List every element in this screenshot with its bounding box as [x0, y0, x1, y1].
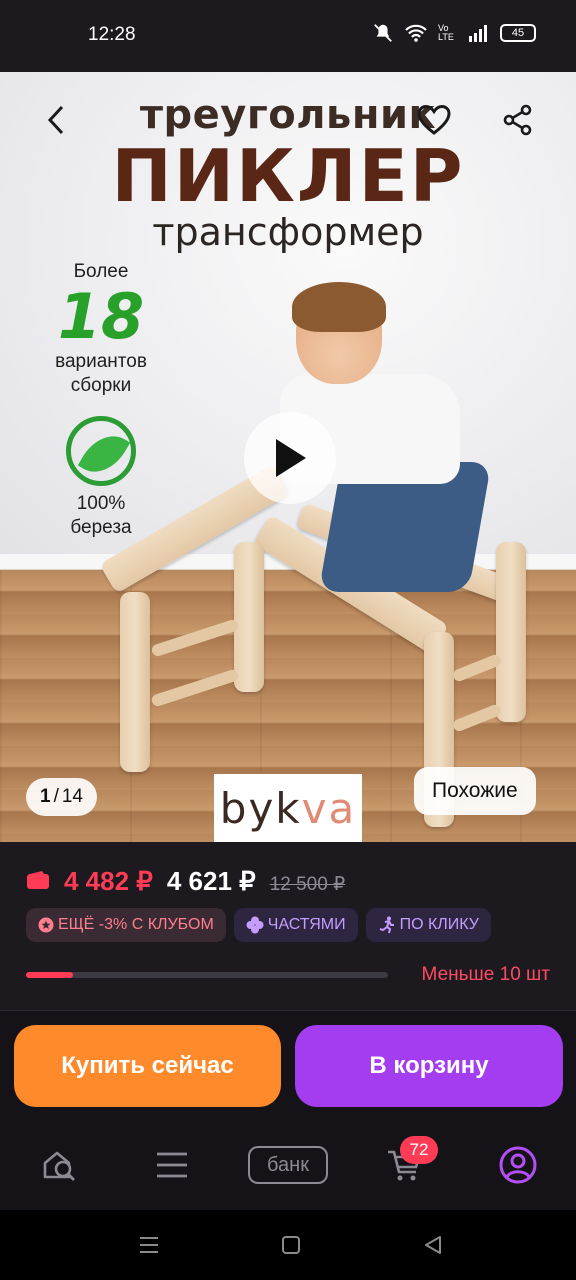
brand-logo-part2: va	[301, 783, 357, 833]
battery-icon: 45	[500, 24, 536, 42]
tab-home[interactable]	[36, 1142, 82, 1188]
image-counter: 1 / 14	[26, 778, 97, 816]
promo-number: 18	[57, 280, 145, 353]
add-to-cart-button[interactable]: В корзину	[295, 1025, 563, 1107]
chip-club-discount[interactable]: ЕЩЁ -3% С КЛУБОМ	[26, 908, 226, 942]
status-time: 12:28	[88, 24, 136, 45]
menu-icon	[157, 1152, 187, 1178]
back-nav-button[interactable]	[420, 1232, 446, 1258]
tab-bank[interactable]: банк	[248, 1146, 328, 1184]
price-row: 4 482 ₽ 4 621 ₽ 12 500 ₽	[26, 866, 345, 897]
wifi-icon	[405, 24, 427, 42]
signal-icon	[469, 25, 487, 42]
headline-line3: трансформер	[152, 210, 424, 254]
profile-icon	[499, 1146, 537, 1184]
chip-installments-label: ЧАСТЯМИ	[267, 916, 346, 933]
pieces-icon	[246, 916, 264, 934]
product-info: 4 482 ₽ 4 621 ₽ 12 500 ₽ ЕЩЁ -3% С КЛУБО…	[0, 842, 576, 1010]
counter-current: 1	[40, 786, 51, 807]
triangle-back-icon	[425, 1236, 441, 1254]
similar-button[interactable]: Похожие	[414, 767, 536, 815]
mute-icon	[374, 24, 392, 42]
share-button[interactable]	[498, 100, 538, 140]
buy-now-button[interactable]: Купить сейчас	[14, 1025, 281, 1107]
running-person-icon	[379, 916, 394, 934]
status-bar: 12:28 Vo LTE 45	[0, 0, 576, 72]
promo-variants: вариантов сборки	[55, 351, 147, 396]
bottom-tab-bar: банк 72	[0, 1120, 576, 1210]
chip-one-click-label: ПО КЛИКУ	[399, 916, 479, 933]
chevron-left-icon	[47, 105, 64, 135]
stock-progress-bar	[26, 972, 388, 978]
heart-icon	[417, 104, 451, 135]
counter-total: 14	[61, 786, 83, 807]
headline-line1: треугольник	[139, 92, 437, 138]
price-old: 12 500 ₽	[269, 874, 346, 895]
offer-chips: ЕЩЁ -3% С КЛУБОМ ЧАСТЯМИ ПО КЛИКУ	[26, 908, 491, 942]
counter-separator: /	[53, 786, 59, 807]
play-video-button[interactable]	[244, 412, 336, 504]
purchase-actions: Купить сейчас В корзину	[0, 1010, 576, 1120]
status-icons: Vo LTE 45	[372, 22, 536, 44]
play-icon	[276, 439, 306, 477]
recents-icon	[140, 1237, 158, 1253]
frame-leg-4	[496, 542, 526, 722]
frame-leg-1	[120, 592, 150, 772]
leaf-icon	[66, 416, 136, 486]
stock-progress-fill	[26, 972, 74, 978]
home-search-icon	[43, 1151, 75, 1181]
promo-percent: 100%	[76, 493, 126, 514]
frame-leg-2	[234, 542, 264, 692]
price-regular: 4 621 ₽	[166, 866, 256, 896]
tab-profile[interactable]	[496, 1142, 540, 1188]
brand-logo-part1: byk	[219, 783, 302, 833]
back-button[interactable]	[36, 100, 76, 140]
promo-block: Более 18 вариантов сборки 100% береза	[40, 260, 162, 540]
tab-catalog[interactable]	[152, 1142, 192, 1188]
product-image-gallery[interactable]: треугольник ПИКЛЕР трансформер Более 18 …	[0, 72, 576, 842]
star-badge-icon	[38, 917, 54, 933]
stock-text: Меньше 10 шт	[421, 964, 550, 985]
home-button[interactable]	[278, 1232, 304, 1258]
favorite-button[interactable]	[414, 100, 454, 140]
chip-club-label: ЕЩЁ -3% С КЛУБОМ	[58, 916, 214, 933]
chip-one-click[interactable]: ПО КЛИКУ	[365, 908, 491, 942]
system-navigation-bar	[0, 1210, 576, 1280]
square-icon	[282, 1236, 300, 1254]
recent-apps-button[interactable]	[136, 1232, 162, 1258]
brand-logo[interactable]: byk va	[214, 774, 362, 842]
wallet-icon	[27, 871, 49, 889]
cart-count-badge: 72	[400, 1136, 438, 1164]
promo-material: береза	[70, 517, 132, 538]
chip-installments[interactable]: ЧАСТЯМИ	[233, 908, 358, 942]
child-hair	[292, 282, 386, 332]
volte-icon: Vo LTE	[438, 23, 454, 42]
share-icon	[503, 104, 532, 136]
headline-line2: ПИКЛЕР	[111, 134, 465, 218]
price-wallet: 4 482 ₽	[64, 866, 153, 896]
